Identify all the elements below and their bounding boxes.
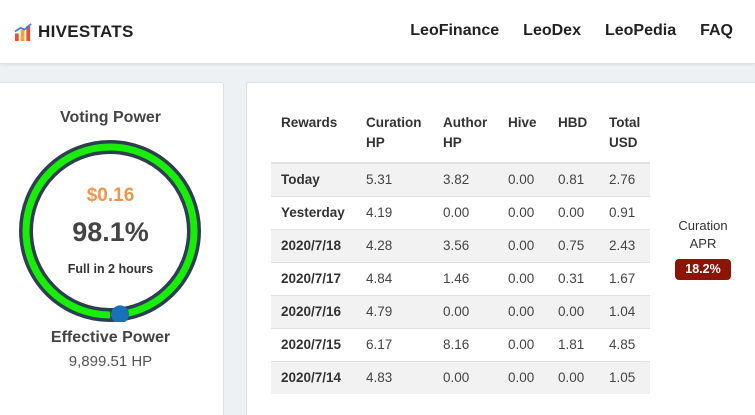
voting-power-percent: 98.1%: [72, 217, 149, 247]
cell-curation-hp: 4.79: [356, 294, 433, 328]
col-hbd: HBD: [548, 103, 599, 164]
brand-logo[interactable]: HIVESTATS: [14, 22, 134, 42]
col-author-hp: Author HP: [433, 103, 498, 164]
effective-power-value: 9,899.51 HP: [68, 353, 153, 370]
cell-author-hp: 0.00: [433, 294, 498, 328]
cell-hive: 0.00: [498, 360, 548, 394]
cell-total-usd: 2.76: [599, 162, 651, 196]
cell-hive: 0.00: [498, 162, 548, 196]
nav-leodex[interactable]: LeoDex: [523, 22, 581, 40]
table-row: 2020/7/18 4.28 3.56 0.00 0.75 2.43: [271, 228, 651, 262]
row-date: 2020/7/14: [271, 360, 356, 394]
cell-hbd: 0.00: [548, 294, 599, 328]
row-date: Today: [271, 162, 356, 196]
voting-power-card: Voting Power $0.16 98.1% Full in 2 hours…: [0, 82, 224, 415]
voting-value-usd: $0.16: [86, 185, 135, 206]
rewards-header-row: Rewards Curation HP Author HP Hive HBD T…: [271, 103, 651, 164]
cell-hbd: 0.31: [548, 261, 599, 295]
chart-logo-icon: [14, 22, 32, 41]
cell-author-hp: 1.46: [433, 261, 498, 295]
curation-apr-badge: 18.2%: [675, 259, 731, 280]
col-curation-hp: Curation HP: [356, 103, 433, 164]
cell-hbd: 0.00: [548, 195, 599, 229]
cell-curation-hp: 5.31: [356, 162, 433, 196]
table-row: 2020/7/15 6.17 8.16 0.00 1.81 4.85: [271, 327, 651, 361]
table-row: 2020/7/14 4.83 0.00 0.00 0.00 1.05: [271, 360, 651, 394]
curation-apr-label: Curation APR: [678, 218, 728, 251]
row-date: 2020/7/18: [271, 228, 356, 262]
cell-curation-hp: 6.17: [356, 327, 433, 361]
cell-hbd: 0.75: [548, 228, 599, 262]
row-date: 2020/7/17: [271, 261, 356, 295]
cell-total-usd: 0.91: [599, 195, 651, 229]
cell-total-usd: 2.43: [599, 228, 651, 262]
table-row: 2020/7/16 4.79 0.00 0.00 0.00 1.04: [271, 294, 651, 328]
nav-leofinance[interactable]: LeoFinance: [410, 22, 499, 40]
cell-curation-hp: 4.28: [356, 228, 433, 262]
col-total-usd: Total USD: [599, 103, 651, 164]
nav-faq[interactable]: FAQ: [700, 22, 733, 40]
rewards-table: Rewards Curation HP Author HP Hive HBD T…: [271, 103, 651, 394]
main-nav: LeoFinance LeoDex LeoPedia FAQ: [410, 22, 733, 40]
cell-hbd: 0.81: [548, 162, 599, 196]
col-hive: Hive: [498, 103, 548, 164]
cell-hive: 0.00: [498, 228, 548, 262]
cell-curation-hp: 4.83: [356, 360, 433, 394]
cell-hive: 0.00: [498, 195, 548, 229]
cell-hbd: 1.81: [548, 327, 599, 361]
cell-hive: 0.00: [498, 261, 548, 295]
cell-total-usd: 1.67: [599, 261, 651, 295]
cell-author-hp: 0.00: [433, 360, 498, 394]
cell-author-hp: 3.82: [433, 162, 498, 196]
row-date: Yesterday: [271, 195, 356, 229]
cell-author-hp: 8.16: [433, 327, 498, 361]
nav-leopedia[interactable]: LeoPedia: [605, 22, 676, 40]
brand-name: HIVESTATS: [38, 22, 134, 41]
table-row: 2020/7/17 4.84 1.46 0.00 0.31 1.67: [271, 261, 651, 295]
col-rewards: Rewards: [271, 103, 356, 164]
cell-curation-hp: 4.84: [356, 261, 433, 295]
cell-total-usd: 1.04: [599, 294, 651, 328]
table-row: Today 5.31 3.82 0.00 0.81 2.76: [271, 162, 651, 196]
rewards-card: Rewards Curation HP Author HP Hive HBD T…: [246, 82, 755, 415]
table-row: Yesterday 4.19 0.00 0.00 0.00 0.91: [271, 195, 651, 229]
cell-author-hp: 3.56: [433, 228, 498, 262]
recharge-time: Full in 2 hours: [67, 262, 154, 276]
cell-author-hp: 0.00: [433, 195, 498, 229]
cell-total-usd: 1.05: [599, 360, 651, 394]
cell-hive: 0.00: [498, 327, 548, 361]
cell-total-usd: 4.85: [599, 327, 651, 361]
row-date: 2020/7/15: [271, 327, 356, 361]
effective-power-title: Effective Power: [50, 329, 171, 346]
top-navbar: HIVESTATS LeoFinance LeoDex LeoPedia FAQ: [0, 0, 755, 64]
voting-power-title: Voting Power: [59, 109, 162, 126]
cell-hbd: 0.00: [548, 360, 599, 394]
cell-curation-hp: 4.19: [356, 195, 433, 229]
row-date: 2020/7/16: [271, 294, 356, 328]
cell-hive: 0.00: [498, 294, 548, 328]
